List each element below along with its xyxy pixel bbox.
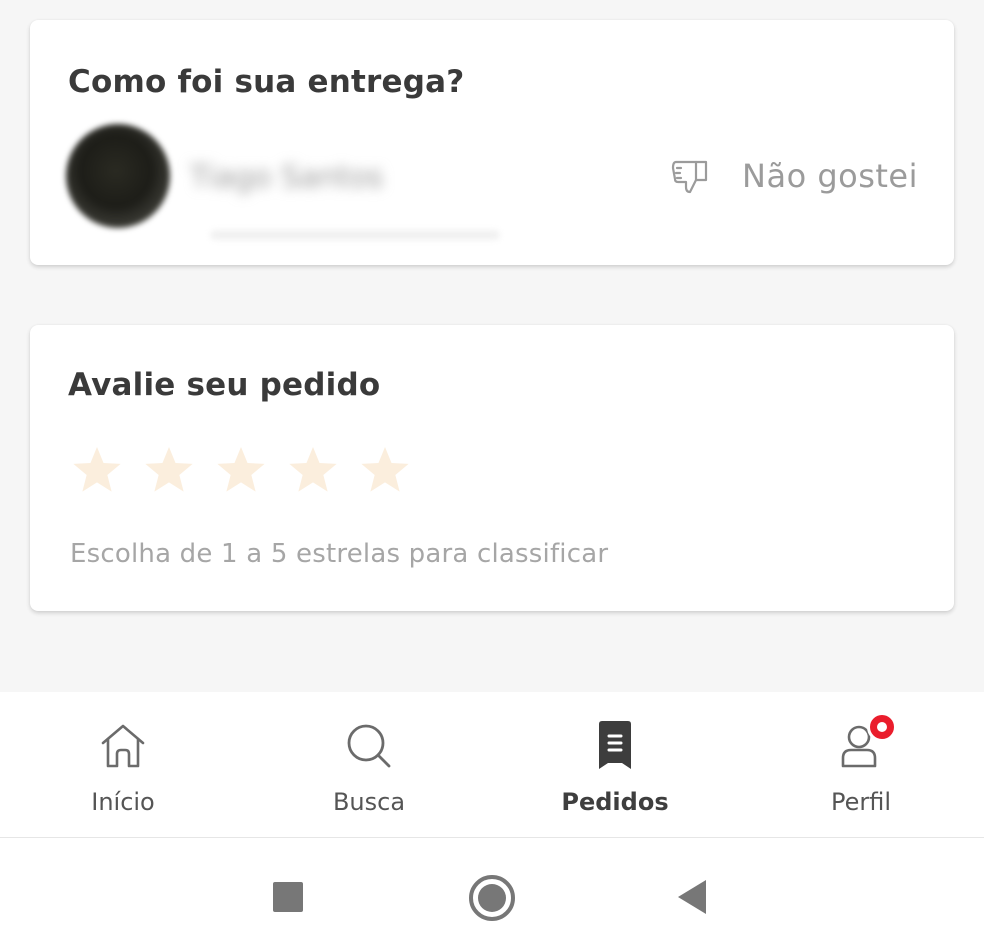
home-icon	[95, 718, 151, 774]
courier-avatar	[66, 124, 170, 228]
app-screen: Como foi sua entrega? Tiago Santos Não g…	[0, 0, 984, 931]
star-4-icon[interactable]	[286, 443, 340, 497]
recent-apps-icon[interactable]	[273, 882, 303, 912]
star-3-icon[interactable]	[214, 443, 268, 497]
rating-hint: Escolha de 1 a 5 estrelas para classific…	[70, 539, 609, 569]
courier-detail	[210, 230, 500, 240]
back-icon[interactable]	[678, 880, 706, 914]
orders-icon	[587, 718, 643, 774]
dislike-label: Não gostei	[742, 157, 918, 195]
star-1-icon[interactable]	[70, 443, 124, 497]
order-rating-card: Avalie seu pedido Escolha de 1 a 5 estre…	[30, 325, 954, 611]
bottom-navigation: Início Busca Pedidos Perfil	[0, 692, 984, 838]
courier-name: Tiago Santos	[190, 160, 384, 195]
notification-badge	[867, 712, 897, 742]
nav-item-perfil[interactable]: Perfil	[738, 692, 984, 837]
system-navigation-bar	[0, 838, 984, 931]
dislike-button[interactable]: Não gostei	[670, 156, 918, 196]
delivery-card-title: Como foi sua entrega?	[68, 64, 465, 100]
nav-item-pedidos[interactable]: Pedidos	[492, 692, 738, 837]
nav-label-busca: Busca	[332, 788, 406, 816]
nav-item-busca[interactable]: Busca	[246, 692, 492, 837]
star-2-icon[interactable]	[142, 443, 196, 497]
nav-label-inicio: Início	[91, 788, 155, 816]
star-5-icon[interactable]	[358, 443, 412, 497]
thumbs-down-icon	[671, 160, 708, 194]
nav-label-pedidos: Pedidos	[561, 788, 669, 816]
star-rating	[70, 443, 412, 497]
search-icon	[341, 718, 397, 774]
nav-label-perfil: Perfil	[830, 788, 892, 816]
home-button-icon[interactable]	[469, 875, 515, 921]
nav-item-inicio[interactable]: Início	[0, 692, 246, 837]
rating-card-title: Avalie seu pedido	[68, 367, 381, 403]
delivery-rating-card: Como foi sua entrega? Tiago Santos Não g…	[30, 20, 954, 265]
